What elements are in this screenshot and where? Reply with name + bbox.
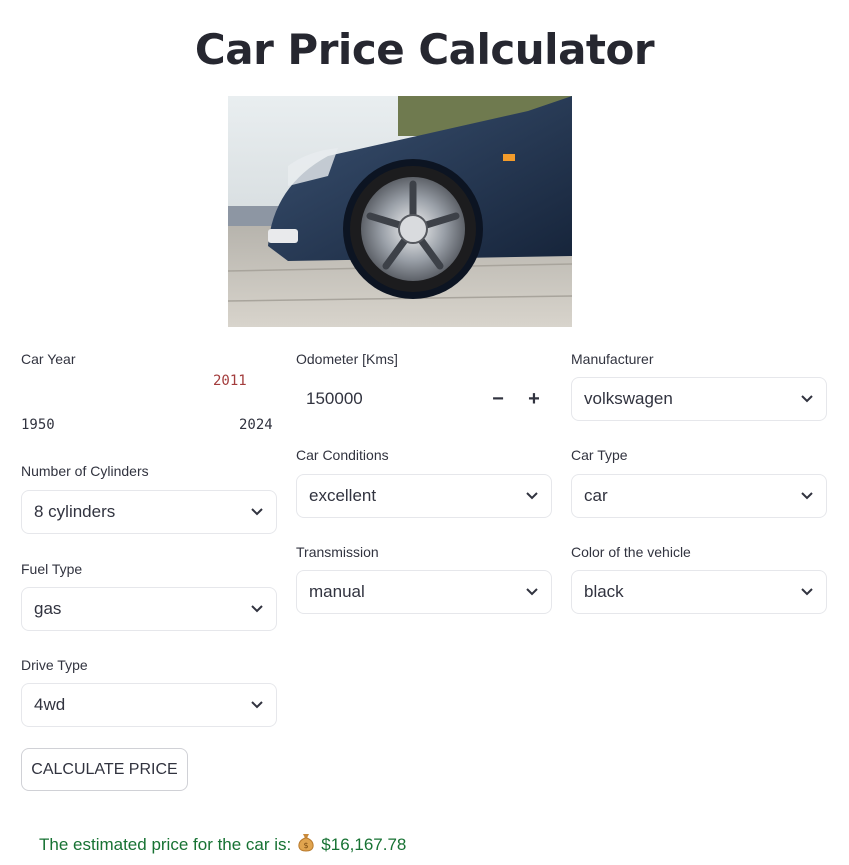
decrement-button[interactable]: − [480, 377, 516, 421]
car-type-select[interactable]: car [571, 474, 827, 518]
result-text: The estimated price for the car is: [39, 834, 292, 854]
color-select[interactable]: black [571, 570, 827, 614]
odometer-input[interactable]: 150000 − + [296, 377, 552, 421]
result-message: The estimated price for the car is: $ $1… [39, 832, 406, 857]
car-year-max: 2024 [239, 417, 273, 433]
chevron-down-icon [800, 392, 814, 406]
manufacturer-select[interactable]: volkswagen [571, 377, 827, 421]
transmission-value: manual [309, 582, 365, 601]
condition-value: excellent [309, 486, 377, 505]
condition-select[interactable]: excellent [296, 474, 552, 518]
car-year-label: Car Year [21, 351, 76, 367]
calculate-price-button[interactable]: CALCULATE PRICE [21, 748, 188, 791]
svg-text:$: $ [304, 841, 309, 850]
color-label: Color of the vehicle [571, 544, 691, 560]
drive-value: 4wd [34, 695, 66, 714]
cylinders-label: Number of Cylinders [21, 463, 149, 479]
increment-button[interactable]: + [516, 377, 552, 421]
car-wheel-image [228, 96, 572, 327]
car-type-value: car [584, 486, 608, 505]
car-type-label: Car Type [571, 447, 628, 463]
page-title: Car Price Calculator [194, 25, 655, 74]
cylinders-value: 8 cylinders [34, 502, 116, 521]
money-bag-icon: $ [297, 832, 315, 857]
chevron-down-icon [250, 505, 264, 519]
transmission-label: Transmission [296, 544, 379, 560]
cylinders-select[interactable]: 8 cylinders [21, 490, 277, 534]
odometer-value[interactable]: 150000 [306, 389, 480, 409]
chevron-down-icon [800, 489, 814, 503]
color-value: black [584, 582, 624, 601]
estimated-price: $16,167.78 [321, 834, 407, 854]
fuel-select[interactable]: gas [21, 587, 277, 631]
odometer-label: Odometer [Kms] [296, 351, 398, 367]
car-year-min: 1950 [21, 417, 55, 433]
condition-label: Car Conditions [296, 447, 389, 463]
fuel-value: gas [34, 599, 62, 618]
chevron-down-icon [250, 698, 264, 712]
drive-label: Drive Type [21, 657, 88, 673]
chevron-down-icon [525, 585, 539, 599]
manufacturer-label: Manufacturer [571, 351, 654, 367]
fuel-label: Fuel Type [21, 561, 83, 577]
chevron-down-icon [525, 489, 539, 503]
car-year-slider-value[interactable]: 2011 [213, 373, 247, 389]
manufacturer-value: volkswagen [584, 389, 673, 408]
chevron-down-icon [250, 602, 264, 616]
chevron-down-icon [800, 585, 814, 599]
transmission-select[interactable]: manual [296, 570, 552, 614]
drive-select[interactable]: 4wd [21, 683, 277, 727]
